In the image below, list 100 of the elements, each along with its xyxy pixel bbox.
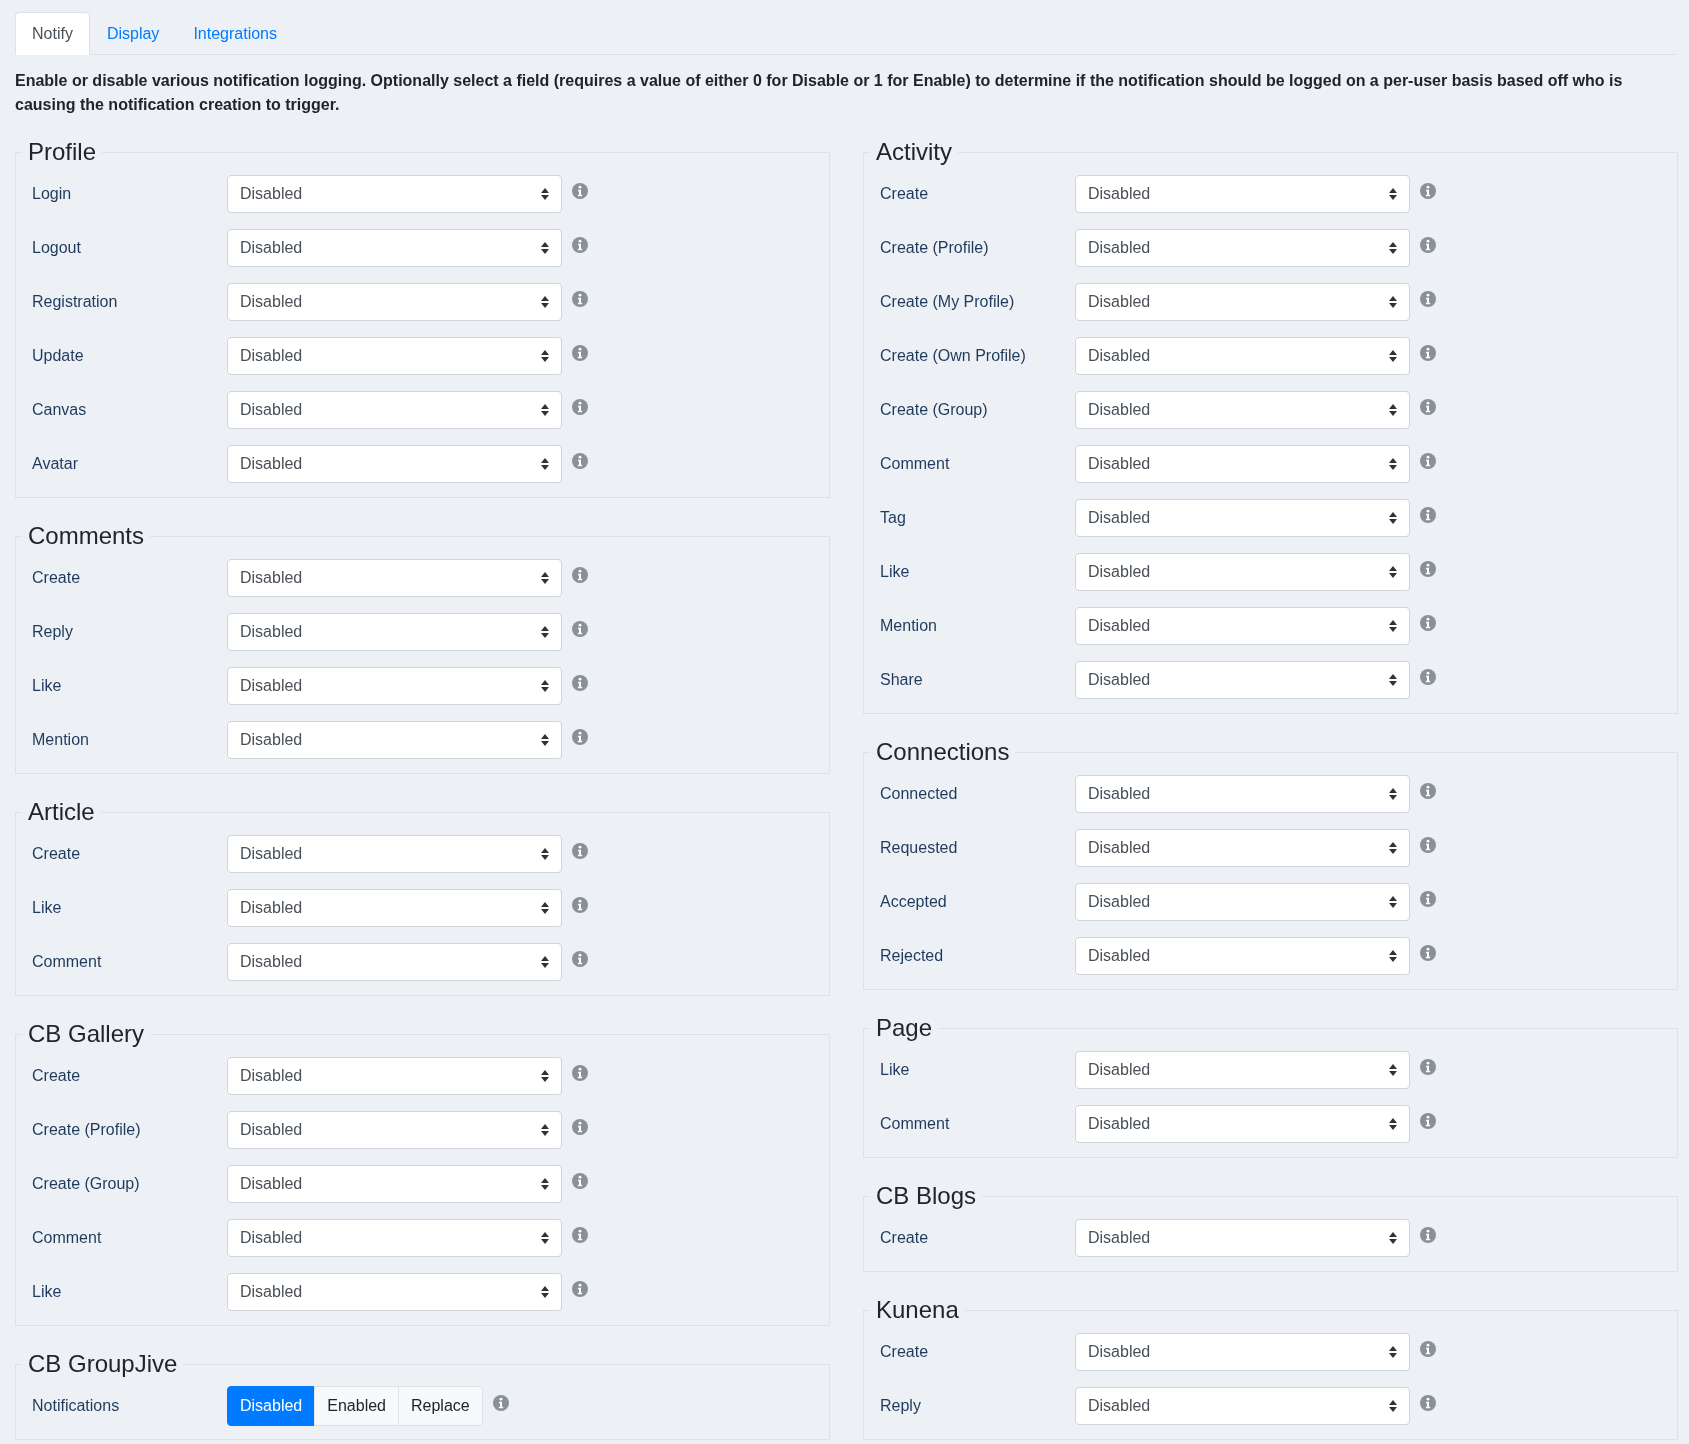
sort-caret-icon — [1389, 620, 1397, 632]
info-icon[interactable] — [1420, 507, 1436, 523]
dropdown[interactable]: Disabled — [1075, 775, 1410, 813]
group-title: Connections — [875, 737, 1011, 767]
tab[interactable]: Display — [89, 12, 177, 55]
info-icon[interactable] — [572, 1065, 588, 1081]
field-label: Create (Profile) — [880, 239, 990, 257]
dropdown[interactable]: Disabled — [227, 1165, 562, 1203]
info-icon[interactable] — [1420, 1113, 1436, 1129]
tab[interactable]: Integrations — [176, 12, 294, 55]
field-label: Registration — [32, 293, 119, 311]
field-label: Create — [880, 185, 930, 203]
dropdown[interactable]: Disabled — [1075, 283, 1410, 321]
dropdown[interactable]: Disabled — [227, 337, 562, 375]
info-icon[interactable] — [1420, 453, 1436, 469]
info-icon[interactable] — [572, 1227, 588, 1243]
dropdown[interactable]: Disabled — [1075, 829, 1410, 867]
field-label: Share — [880, 671, 924, 689]
info-icon[interactable] — [572, 951, 588, 967]
dropdown[interactable]: Disabled — [227, 283, 562, 321]
info-icon[interactable] — [572, 729, 588, 745]
dropdown[interactable]: Disabled — [227, 229, 562, 267]
info-icon[interactable] — [1420, 615, 1436, 631]
dropdown[interactable]: Disabled — [227, 889, 562, 927]
info-icon[interactable] — [572, 237, 588, 253]
dropdown[interactable]: Disabled — [1075, 607, 1410, 645]
info-icon[interactable] — [1420, 945, 1436, 961]
info-icon[interactable] — [572, 843, 588, 859]
info-icon[interactable] — [572, 1281, 588, 1297]
dropdown[interactable]: Disabled — [227, 835, 562, 873]
info-icon[interactable] — [572, 567, 588, 583]
info-icon[interactable] — [572, 183, 588, 199]
dropdown[interactable]: Disabled — [227, 943, 562, 981]
info-icon[interactable] — [1420, 237, 1436, 253]
info-icon[interactable] — [1420, 837, 1436, 853]
field-label: Create (Group) — [32, 1175, 141, 1193]
dropdown[interactable]: Disabled — [1075, 391, 1410, 429]
dropdown[interactable]: Disabled — [1075, 337, 1410, 375]
sort-caret-icon — [1389, 188, 1397, 200]
info-icon[interactable] — [572, 1173, 588, 1189]
info-icon[interactable] — [572, 675, 588, 691]
tab[interactable]: Notify — [15, 12, 90, 55]
info-icon[interactable] — [1420, 783, 1436, 799]
dropdown[interactable]: Disabled — [1075, 937, 1410, 975]
toggle-button[interactable]: Replace — [398, 1386, 483, 1426]
dropdown[interactable]: Disabled — [227, 175, 562, 213]
field-label: Create — [880, 1229, 930, 1247]
info-icon[interactable] — [1420, 1395, 1436, 1411]
info-icon[interactable] — [572, 291, 588, 307]
dropdown[interactable]: Disabled — [1075, 175, 1410, 213]
info-icon[interactable] — [1420, 1227, 1436, 1243]
field-label: Comment — [880, 455, 951, 473]
dropdown[interactable]: Disabled — [227, 613, 562, 651]
info-icon[interactable] — [1420, 291, 1436, 307]
dropdown[interactable]: Disabled — [1075, 1051, 1410, 1089]
dropdown[interactable]: Disabled — [227, 391, 562, 429]
dropdown[interactable]: Disabled — [1075, 661, 1410, 699]
dropdown[interactable]: Disabled — [1075, 445, 1410, 483]
field-label: Like — [880, 563, 911, 581]
dropdown[interactable]: Disabled — [1075, 553, 1410, 591]
dropdown[interactable]: Disabled — [227, 1111, 562, 1149]
info-icon[interactable] — [572, 1119, 588, 1135]
info-icon[interactable] — [1420, 669, 1436, 685]
dropdown[interactable]: Disabled — [1075, 1105, 1410, 1143]
dropdown[interactable]: Disabled — [1075, 1333, 1410, 1371]
toggle-button[interactable]: Disabled — [227, 1386, 316, 1426]
dropdown[interactable]: Disabled — [227, 1057, 562, 1095]
dropdown[interactable]: Disabled — [1075, 1219, 1410, 1257]
toggle-button[interactable]: Enabled — [314, 1386, 399, 1426]
info-icon[interactable] — [572, 345, 588, 361]
dropdown[interactable]: Disabled — [1075, 1387, 1410, 1425]
dropdown[interactable]: Disabled — [227, 445, 562, 483]
info-icon[interactable] — [1420, 183, 1436, 199]
info-icon[interactable] — [1420, 399, 1436, 415]
group-title: Article — [27, 797, 96, 827]
dropdown[interactable]: Disabled — [227, 667, 562, 705]
info-icon[interactable] — [572, 453, 588, 469]
sort-caret-icon — [541, 848, 549, 860]
dropdown[interactable]: Disabled — [227, 1273, 562, 1311]
field-label: Like — [32, 1283, 63, 1301]
dropdown[interactable]: Disabled — [227, 721, 562, 759]
dropdown[interactable]: Disabled — [227, 559, 562, 597]
info-icon[interactable] — [572, 621, 588, 637]
info-icon[interactable] — [572, 897, 588, 913]
dropdown[interactable]: Disabled — [1075, 883, 1410, 921]
info-icon[interactable] — [1420, 891, 1436, 907]
sort-caret-icon — [1389, 1400, 1397, 1412]
dropdown[interactable]: Disabled — [1075, 229, 1410, 267]
info-icon[interactable] — [1420, 345, 1436, 361]
info-icon[interactable] — [1420, 1341, 1436, 1357]
info-icon[interactable] — [1420, 561, 1436, 577]
dropdown[interactable]: Disabled — [1075, 499, 1410, 537]
sort-caret-icon — [1389, 566, 1397, 578]
sort-caret-icon — [1389, 404, 1397, 416]
info-icon[interactable] — [1420, 1059, 1436, 1075]
info-icon[interactable] — [492, 1395, 509, 1411]
field-label: Mention — [880, 617, 938, 635]
sort-caret-icon — [1389, 896, 1397, 908]
dropdown[interactable]: Disabled — [227, 1219, 562, 1257]
info-icon[interactable] — [572, 399, 588, 415]
